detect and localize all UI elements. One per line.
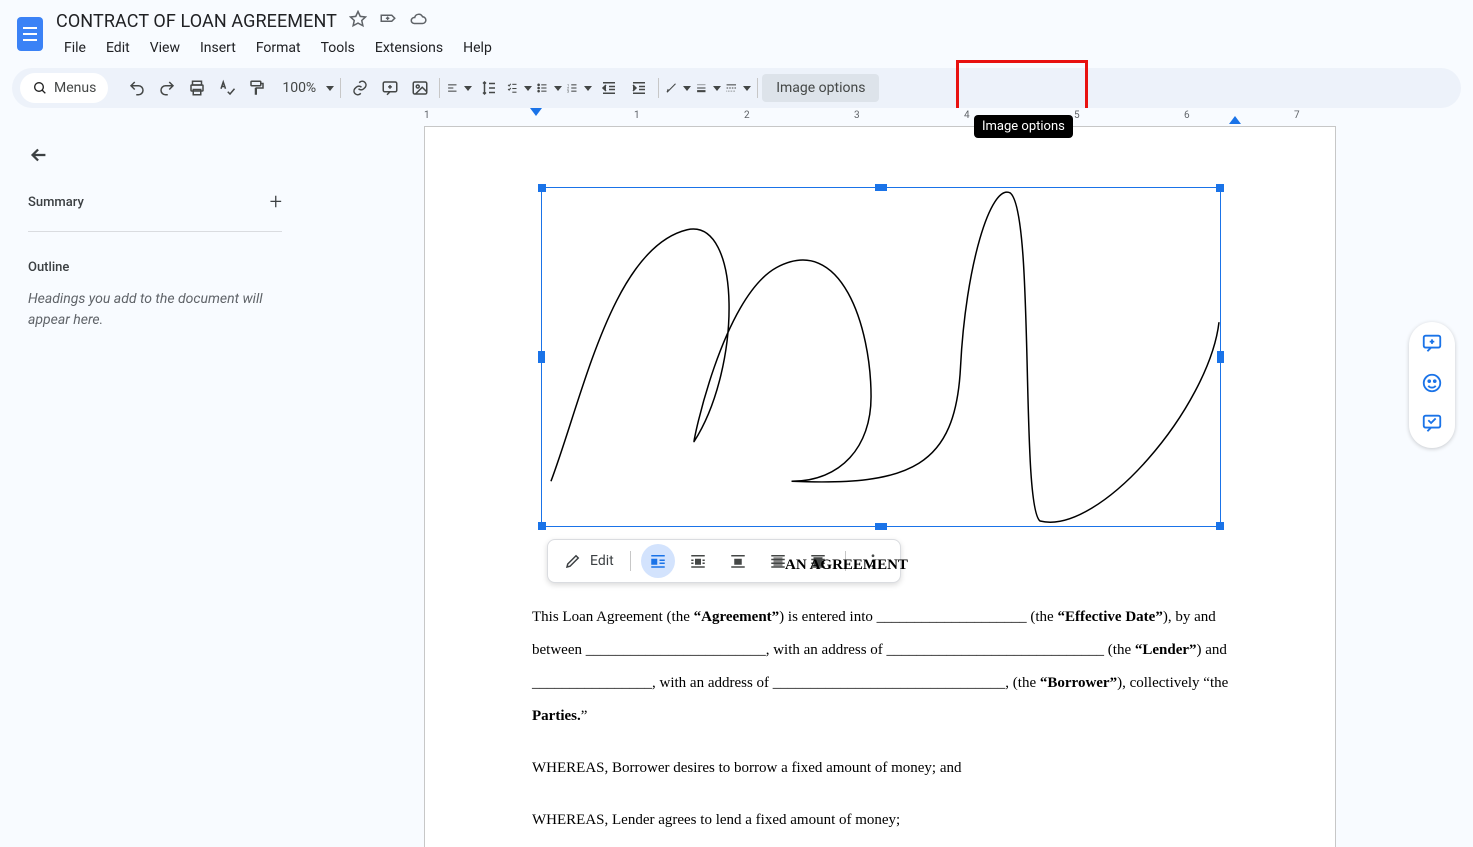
document-body[interactable]: AN AGREEMENT This Loan Agreement (the “A… (532, 549, 1232, 837)
crop-image-button[interactable] (663, 73, 693, 103)
outline-panel: Summary + Outline Headings you add to th… (0, 126, 300, 847)
summary-heading: Summary (28, 195, 84, 210)
main-toolbar: Menus 100% 123 Image options (12, 68, 1461, 108)
document-canvas[interactable]: Edit AN AGREEMENT This Loan Agreement (t… (300, 126, 1473, 847)
page: Edit AN AGREEMENT This Loan Agreement (t… (424, 126, 1336, 847)
align-button[interactable] (444, 73, 474, 103)
indent-first-line-marker[interactable] (530, 108, 542, 116)
outline-empty-text: Headings you add to the document will ap… (28, 289, 278, 331)
drawing-content (542, 188, 1220, 526)
vertical-ruler[interactable] (300, 126, 318, 847)
search-menus-label: Menus (54, 80, 96, 96)
selected-image[interactable] (541, 187, 1221, 527)
ruler-tick-label: 1 (634, 110, 640, 121)
add-comment-button[interactable] (375, 73, 405, 103)
add-summary-button[interactable]: + (270, 190, 282, 215)
ruler-tick-label: 1 (424, 110, 430, 121)
star-icon[interactable] (349, 10, 367, 32)
document-title[interactable]: CONTRACT OF LOAN AGREEMENT (56, 11, 337, 32)
side-action-rail (1409, 322, 1455, 448)
svg-text:3: 3 (567, 90, 569, 94)
docs-logo-icon[interactable] (12, 10, 48, 58)
bulleted-list-button[interactable] (534, 73, 564, 103)
border-dash-button[interactable] (723, 73, 753, 103)
paint-format-button[interactable] (242, 73, 272, 103)
redo-button[interactable] (152, 73, 182, 103)
doc-heading: AN AGREEMENT (785, 557, 908, 573)
zoom-value: 100% (282, 80, 316, 96)
ruler-tick-label: 7 (1294, 110, 1300, 121)
image-options-button[interactable]: Image options (762, 74, 879, 102)
menu-tools[interactable]: Tools (313, 36, 363, 60)
increase-indent-button[interactable] (624, 73, 654, 103)
insert-image-button[interactable] (405, 73, 435, 103)
add-comment-rail-button[interactable] (1421, 332, 1443, 358)
image-options-tooltip: Image options (974, 115, 1073, 138)
menu-file[interactable]: File (56, 36, 94, 60)
cloud-status-icon[interactable] (409, 10, 427, 32)
menu-view[interactable]: View (142, 36, 188, 60)
menu-help[interactable]: Help (455, 36, 500, 60)
print-button[interactable] (182, 73, 212, 103)
menu-bar: File Edit View Insert Format Tools Exten… (56, 36, 500, 60)
border-weight-button[interactable] (693, 73, 723, 103)
ruler-tick-label: 6 (1184, 110, 1190, 121)
horizontal-ruler[interactable]: 1 1 2 3 4 5 6 7 (0, 108, 1473, 126)
line-spacing-button[interactable] (474, 73, 504, 103)
insert-link-button[interactable] (345, 73, 375, 103)
move-icon[interactable] (379, 10, 397, 32)
menu-insert[interactable]: Insert (192, 36, 244, 60)
outline-collapse-button[interactable] (28, 144, 282, 170)
checklist-button[interactable] (504, 73, 534, 103)
ruler-tick-label: 4 (964, 110, 970, 121)
ruler-tick-label: 2 (744, 110, 750, 121)
decrease-indent-button[interactable] (594, 73, 624, 103)
ruler-tick-label: 5 (1074, 110, 1080, 121)
menu-extensions[interactable]: Extensions (367, 36, 451, 60)
spellcheck-button[interactable] (212, 73, 242, 103)
menu-edit[interactable]: Edit (98, 36, 138, 60)
add-emoji-rail-button[interactable] (1421, 372, 1443, 398)
menu-format[interactable]: Format (248, 36, 309, 60)
indent-right-marker[interactable] (1229, 116, 1241, 124)
undo-button[interactable] (122, 73, 152, 103)
zoom-select[interactable]: 100% (280, 80, 336, 96)
ruler-tick-label: 3 (854, 110, 860, 121)
search-menus-button[interactable]: Menus (20, 73, 108, 103)
numbered-list-button[interactable]: 123 (564, 73, 594, 103)
outline-heading: Outline (28, 260, 282, 275)
suggest-edits-rail-button[interactable] (1421, 412, 1443, 438)
